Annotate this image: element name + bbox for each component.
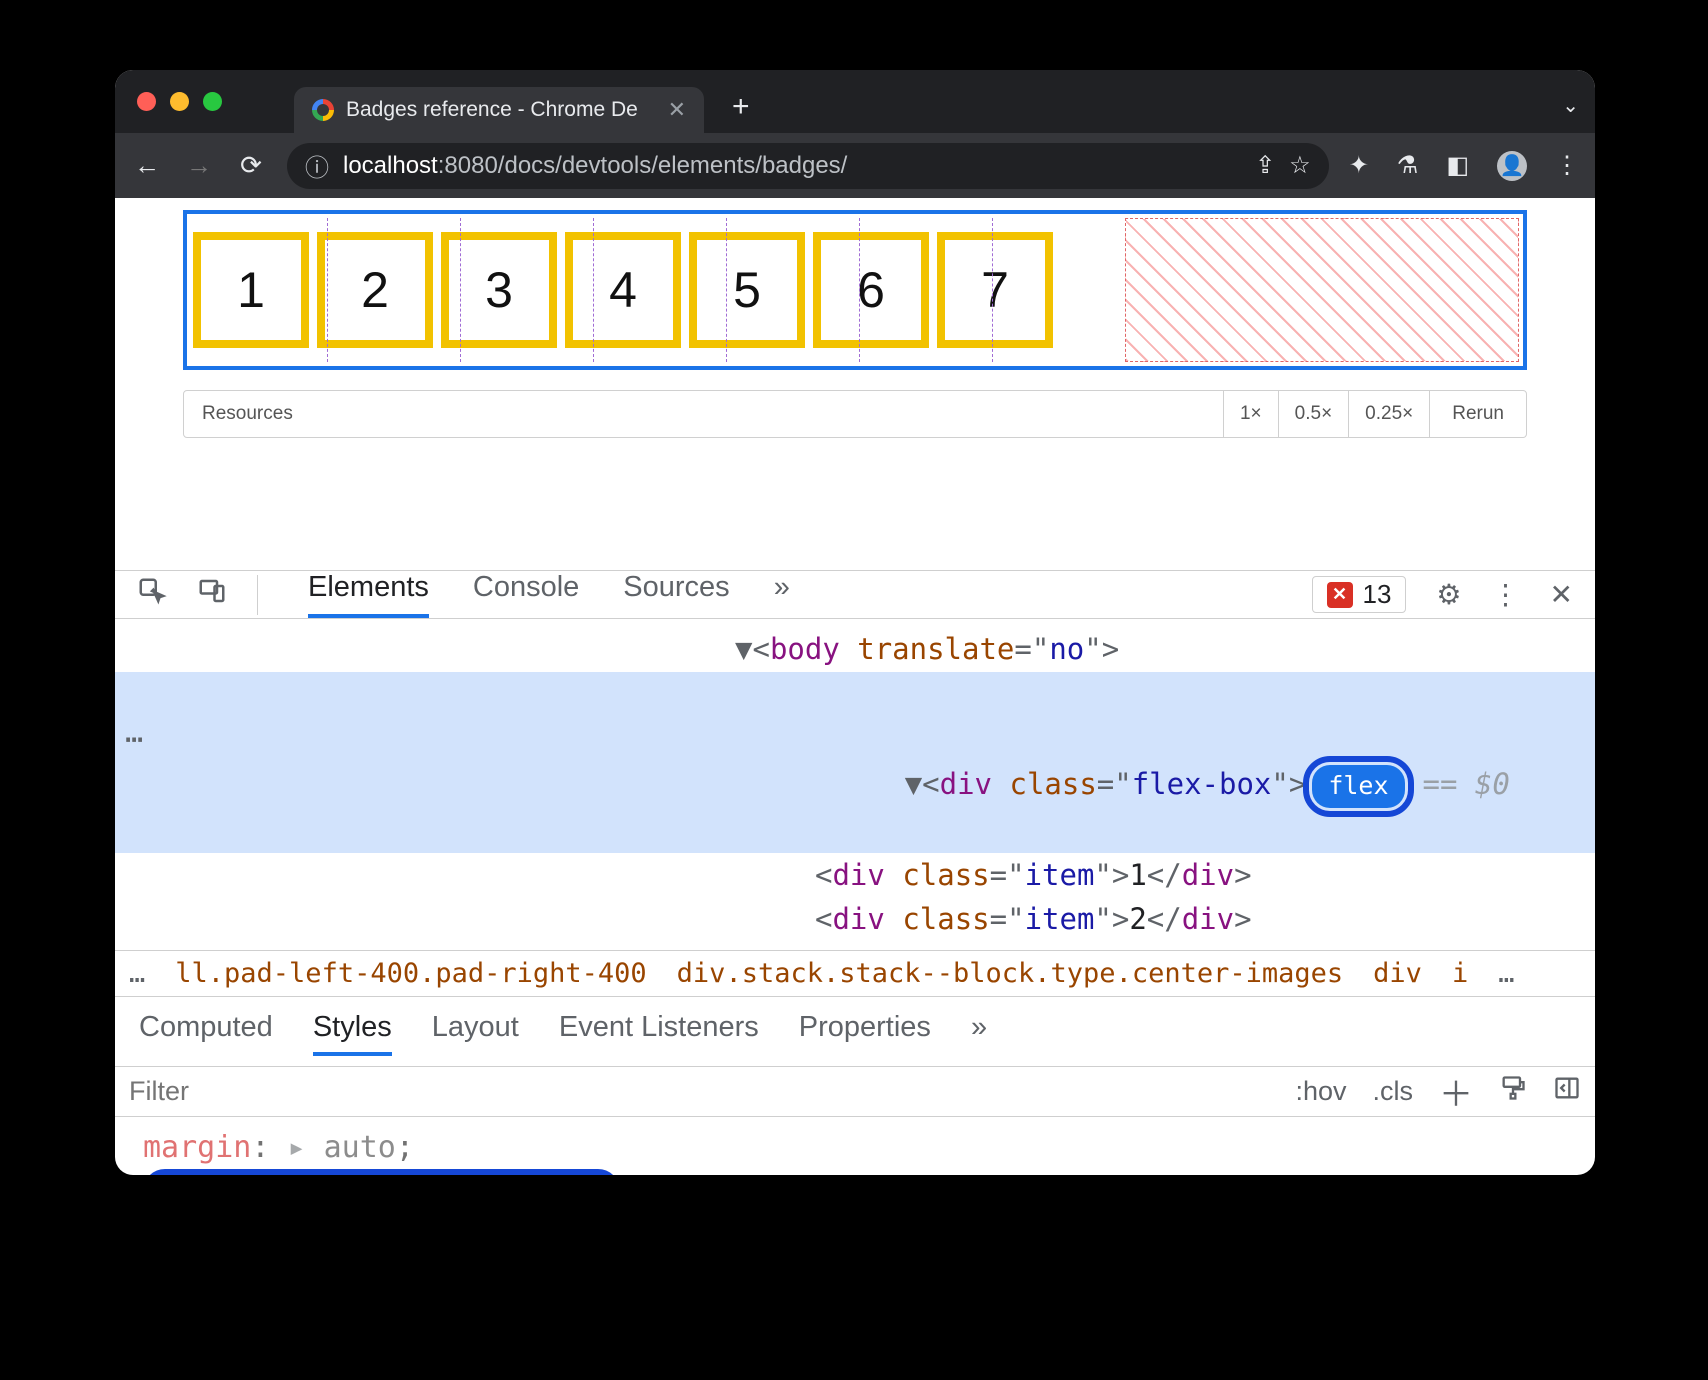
flex-container-preview: 1 2 3 4 5 6 7 (183, 210, 1527, 370)
share-icon[interactable]: ⇪ (1255, 151, 1275, 180)
subtab-properties[interactable]: Properties (799, 1011, 931, 1056)
browser-tab[interactable]: Badges reference - Chrome De ✕ (294, 87, 704, 133)
toggle-hov[interactable]: :hov (1295, 1076, 1346, 1107)
labs-icon[interactable]: ⚗ (1397, 151, 1419, 180)
tab-elements[interactable]: Elements (308, 571, 429, 618)
toggle-sidebar-icon[interactable] (1553, 1074, 1581, 1109)
url-text: localhost:8080/docs/devtools/elements/ba… (343, 152, 847, 180)
crumb-d[interactable]: i (1452, 958, 1468, 989)
error-icon: ✕ (1327, 582, 1353, 608)
chrome-menu-icon[interactable]: ⋮ (1555, 151, 1579, 180)
subtab-layout[interactable]: Layout (432, 1011, 519, 1056)
chrome-favicon-icon (312, 99, 334, 121)
dom-node-item1[interactable]: <div class="item">1</div> (115, 853, 1595, 898)
toggle-cls[interactable]: .cls (1373, 1076, 1414, 1107)
devtools-main-bar: Elements Console Sources » ✕ 13 ⚙ ⋮ ✕ (115, 571, 1595, 619)
toolbar: ← → ⟳ ⓘ localhost:8080/docs/devtools/ele… (115, 133, 1595, 198)
rule-display[interactable]: display: inline-flex; ▯▯▯ (143, 1169, 1567, 1175)
inspect-element-icon[interactable] (137, 576, 167, 613)
subtab-computed[interactable]: Computed (139, 1011, 273, 1056)
extensions-icon[interactable]: ✦ (1349, 151, 1369, 180)
crumb-c[interactable]: div (1373, 958, 1422, 989)
new-tab-button[interactable]: + (732, 90, 750, 124)
row-actions-icon[interactable]: ⋯ (125, 717, 143, 764)
tabs-overflow[interactable]: » (774, 571, 790, 618)
back-button[interactable]: ← (131, 150, 163, 181)
minimize-window-button[interactable] (170, 92, 189, 111)
side-panel-icon[interactable]: ◧ (1446, 151, 1469, 180)
paint-icon[interactable] (1499, 1074, 1527, 1109)
subtabs-overflow[interactable]: » (971, 1011, 987, 1056)
profile-avatar[interactable]: 👤 (1497, 151, 1527, 181)
devtools-tabs: Elements Console Sources » (308, 571, 790, 618)
error-counter[interactable]: ✕ 13 (1312, 576, 1407, 613)
page-viewport: 1 2 3 4 5 6 7 Resources 1× 0.5× 0.25× Re… (115, 198, 1595, 438)
rule-margin[interactable]: margin: ▸ auto; (143, 1127, 1567, 1169)
rerun-button[interactable]: Rerun (1429, 391, 1526, 437)
close-tab-icon[interactable]: ✕ (668, 97, 686, 123)
close-window-button[interactable] (137, 92, 156, 111)
breadcrumb-bar[interactable]: … ll.pad-left-400.pad-right-400 div.stac… (115, 950, 1595, 997)
address-bar[interactable]: ⓘ localhost:8080/docs/devtools/elements/… (287, 143, 1329, 189)
tab-sources[interactable]: Sources (623, 571, 729, 618)
flex-item: 3 (441, 232, 557, 348)
devtools-menu-icon[interactable]: ⋮ (1492, 578, 1520, 611)
settings-gear-icon[interactable]: ⚙ (1436, 578, 1461, 611)
dom-tree[interactable]: ▼<body translate="no"> ⋯ ▼<div class="fl… (115, 619, 1595, 950)
subtab-event-listeners[interactable]: Event Listeners (559, 1011, 759, 1056)
flex-item: 5 (689, 232, 805, 348)
new-style-rule-icon[interactable]: ＋ (1439, 1067, 1473, 1116)
close-devtools-icon[interactable]: ✕ (1550, 578, 1573, 611)
styles-rules[interactable]: margin: ▸ auto; display: inline-flex; ▯▯… (115, 1117, 1595, 1175)
subtab-styles[interactable]: Styles (313, 1011, 392, 1056)
browser-window: Badges reference - Chrome De ✕ + ⌄ ← → ⟳… (115, 70, 1595, 1175)
selected-marker: == $0 (1423, 767, 1510, 801)
device-toggle-icon[interactable] (197, 576, 227, 613)
devtools-panel: Elements Console Sources » ✕ 13 ⚙ ⋮ ✕ ▼<… (115, 570, 1595, 1175)
resources-button[interactable]: Resources (184, 403, 311, 425)
tab-title: Badges reference - Chrome De (346, 98, 656, 122)
error-count: 13 (1363, 579, 1392, 610)
toolbar-actions: ✦ ⚗ ◧ 👤 ⋮ (1349, 151, 1579, 181)
forward-button[interactable]: → (183, 150, 215, 181)
zoom-window-button[interactable] (203, 92, 222, 111)
site-info-icon[interactable]: ⓘ (305, 148, 329, 183)
dom-node-body[interactable]: ▼<body translate="no"> (115, 627, 1595, 672)
crumbs-left-ellipsis[interactable]: … (129, 958, 145, 989)
flex-item: 2 (317, 232, 433, 348)
zoom-1x[interactable]: 1× (1223, 391, 1278, 437)
dom-node-item2[interactable]: <div class="item">2</div> (115, 897, 1595, 942)
tab-console[interactable]: Console (473, 571, 579, 618)
styles-filter-input[interactable] (129, 1076, 1269, 1107)
flex-item: 6 (813, 232, 929, 348)
crumb-a[interactable]: ll.pad-left-400.pad-right-400 (175, 958, 646, 989)
styles-filter-row: :hov .cls ＋ (115, 1067, 1595, 1117)
crumb-b[interactable]: div.stack.stack--block.type.center-image… (677, 958, 1343, 989)
flex-badge[interactable]: flex (1312, 765, 1404, 808)
flex-item: 4 (565, 232, 681, 348)
dom-node-flexbox[interactable]: ⋯ ▼<div class="flex-box">flex== $0 (115, 672, 1595, 853)
demo-toolbar: Resources 1× 0.5× 0.25× Rerun (183, 390, 1527, 438)
window-controls (137, 92, 222, 111)
bookmark-icon[interactable]: ☆ (1289, 151, 1311, 180)
reload-button[interactable]: ⟳ (235, 150, 267, 181)
flex-item: 1 (193, 232, 309, 348)
zoom-05x[interactable]: 0.5× (1278, 391, 1349, 437)
flex-item: 7 (937, 232, 1053, 348)
styles-subtabs: Computed Styles Layout Event Listeners P… (115, 997, 1595, 1067)
zoom-025x[interactable]: 0.25× (1348, 391, 1429, 437)
tab-strip: Badges reference - Chrome De ✕ + ⌄ (115, 70, 1595, 133)
tab-overflow-icon[interactable]: ⌄ (1562, 93, 1579, 118)
crumbs-right-ellipsis[interactable]: … (1498, 958, 1514, 989)
